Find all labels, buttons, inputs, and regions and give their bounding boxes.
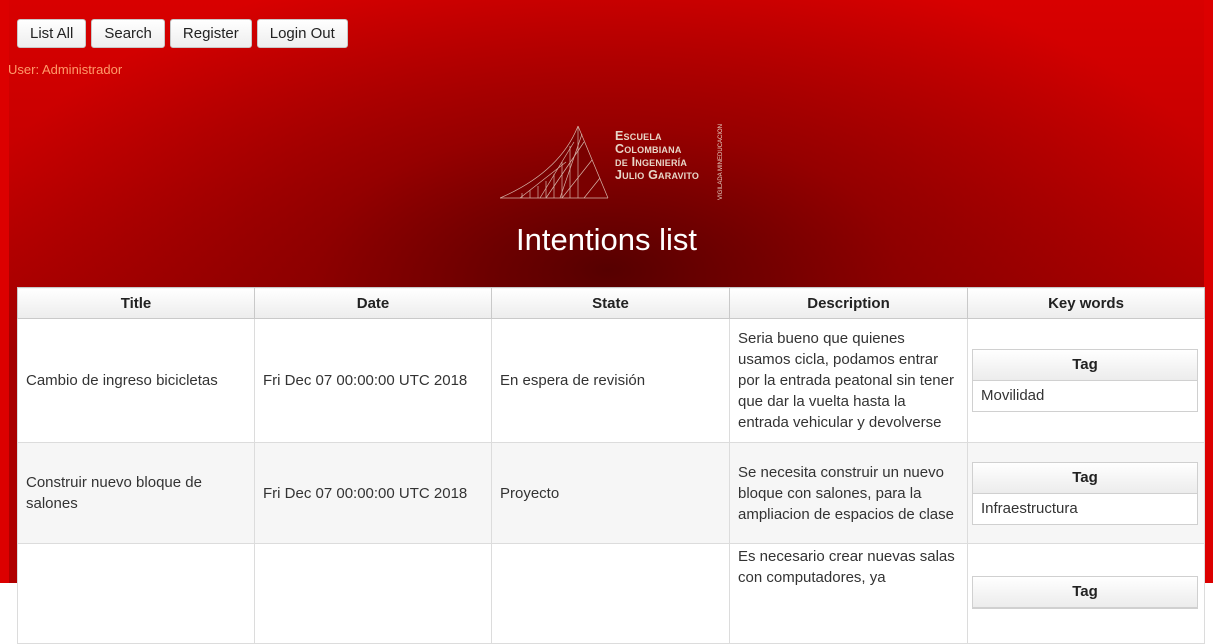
search-button[interactable]: Search bbox=[91, 19, 165, 48]
cell-key-words: Tag Movilidad bbox=[967, 318, 1205, 443]
logo-graphic-icon bbox=[500, 125, 609, 199]
list-all-button[interactable]: List All bbox=[17, 19, 87, 48]
cell-state bbox=[491, 543, 730, 644]
cell-description: Se necesita construir un nuevo bloque co… bbox=[729, 442, 968, 544]
cell-description: Es necesario crear nuevas salas con comp… bbox=[729, 543, 968, 644]
tag-table: Tag Infraestructura bbox=[972, 461, 1198, 525]
column-header-key-words[interactable]: Key words bbox=[967, 287, 1205, 319]
logo-line-4: Julio Garavito bbox=[615, 168, 700, 182]
cell-title bbox=[17, 543, 255, 644]
cell-state: Proyecto bbox=[491, 442, 730, 544]
tag-value: Movilidad bbox=[981, 387, 1045, 404]
tag-header: Tag bbox=[973, 577, 1197, 608]
cell-description: Seria bueno que quienes usamos cicla, po… bbox=[729, 318, 968, 443]
right-edge bbox=[1204, 0, 1213, 583]
cell-title: Construir nuevo bloque de salones bbox=[17, 442, 255, 544]
logo-text: Escuela Colombiana de Ingeniería Julio G… bbox=[615, 130, 699, 182]
column-header-state[interactable]: State bbox=[491, 287, 730, 319]
user-label: User: Administrador bbox=[8, 62, 123, 77]
tag-table: Tag Movilidad bbox=[972, 349, 1198, 412]
top-nav: List All Search Register Login Out bbox=[17, 19, 348, 48]
cell-date bbox=[254, 543, 492, 644]
left-edge bbox=[0, 0, 9, 583]
cell-key-words: Tag bbox=[967, 543, 1205, 644]
column-header-description[interactable]: Description bbox=[729, 287, 968, 319]
logout-button[interactable]: Login Out bbox=[256, 19, 348, 48]
logo-side-text: VIGILADA MINEDUCACIÓN bbox=[718, 123, 724, 200]
cell-date: Fri Dec 07 00:00:00 UTC 2018 bbox=[254, 318, 492, 443]
tag-header: Tag bbox=[973, 462, 1197, 494]
tag-table: Tag bbox=[972, 576, 1198, 609]
page-title: Intentions list bbox=[516, 222, 697, 257]
tag-header: Tag bbox=[973, 350, 1197, 381]
table-row: Cambio de ingreso bicicletas Fri Dec 07 … bbox=[17, 318, 1205, 443]
tag-value: Infraestructura bbox=[981, 499, 1078, 517]
cell-title: Cambio de ingreso bicicletas bbox=[17, 318, 255, 443]
table-row: Construir nuevo bloque de salones Fri De… bbox=[17, 442, 1205, 544]
cell-key-words: Tag Infraestructura bbox=[967, 442, 1205, 544]
table-row: Es necesario crear nuevas salas con comp… bbox=[17, 543, 1205, 644]
intentions-table: Title Date State Description Key words C… bbox=[17, 287, 1205, 644]
cell-state: En espera de revisión bbox=[491, 318, 730, 443]
register-button[interactable]: Register bbox=[169, 19, 252, 48]
university-logo: Escuela Colombiana de Ingeniería Julio G… bbox=[500, 122, 732, 202]
table-header-row: Title Date State Description Key words bbox=[17, 287, 1205, 319]
cell-date: Fri Dec 07 00:00:00 UTC 2018 bbox=[254, 442, 492, 544]
column-header-title[interactable]: Title bbox=[17, 287, 255, 319]
column-header-date[interactable]: Date bbox=[254, 287, 492, 319]
